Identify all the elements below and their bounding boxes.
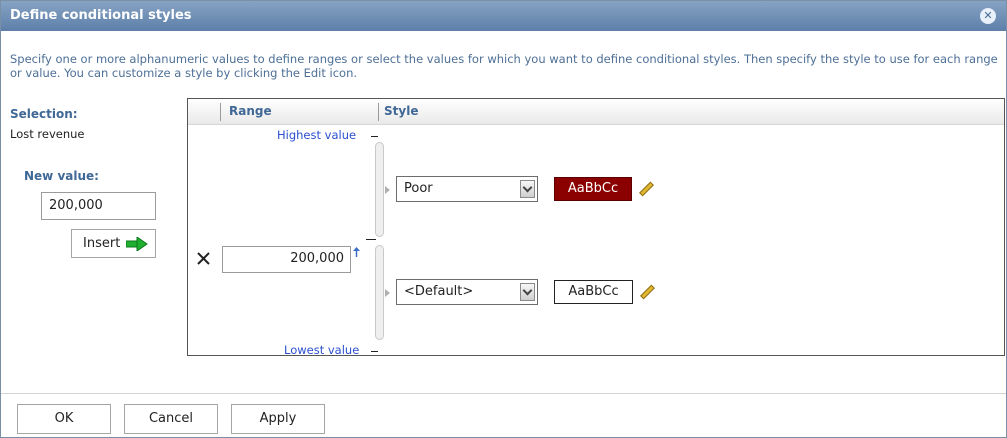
boundary-tick: [366, 239, 376, 240]
upper-range-bracket: [375, 142, 384, 237]
insert-button[interactable]: Insert: [71, 229, 156, 258]
selection-label: Selection:: [10, 107, 78, 121]
delete-x-icon[interactable]: [197, 252, 210, 265]
highest-value-label: Highest value: [277, 128, 357, 142]
boundary-value-input[interactable]: 200,000: [222, 246, 351, 273]
dialog-description: Specify one or more alphanumeric values …: [10, 52, 998, 80]
upper-range-pointer: [385, 186, 390, 194]
style-select-default[interactable]: <Default>: [396, 279, 538, 305]
style-select-value: Poor: [404, 181, 433, 196]
lower-range-bracket: [375, 245, 384, 340]
style-preview-poor: AaBbCc: [554, 177, 632, 201]
new-value-input[interactable]: 200,000: [41, 192, 156, 220]
insert-button-label: Insert: [83, 236, 121, 251]
chevron-down-icon[interactable]: [520, 283, 535, 301]
sort-up-icon[interactable]: [353, 247, 360, 257]
insert-arrow-icon: [126, 237, 148, 251]
apply-button[interactable]: Apply: [231, 404, 325, 434]
conditional-styles-grid: Range Style Highest value 200,000 Lowest…: [187, 98, 1005, 357]
style-column-header: Style: [384, 104, 419, 118]
dialog-title-bar: Define conditional styles ✕: [1, 1, 1006, 31]
grid-header: Range Style: [188, 99, 1004, 125]
pencil-icon[interactable]: [639, 181, 654, 197]
footer-divider: [1, 393, 1006, 394]
boundary-value-text: 200,000: [290, 251, 344, 266]
header-separator: [378, 103, 379, 121]
close-icon[interactable]: ✕: [980, 8, 996, 24]
range-column-header: Range: [229, 104, 272, 118]
pencil-icon[interactable]: [640, 284, 655, 300]
lower-range-pointer: [385, 289, 390, 297]
lowest-value-tick: [371, 351, 378, 352]
style-select-poor[interactable]: Poor: [396, 176, 538, 202]
chevron-down-icon[interactable]: [520, 180, 535, 198]
highest-value-tick: [371, 136, 378, 137]
selection-value: Lost revenue: [10, 127, 85, 141]
header-separator: [220, 103, 221, 121]
lowest-value-label: Lowest value: [284, 343, 360, 357]
ok-button[interactable]: OK: [17, 404, 111, 434]
cancel-button[interactable]: Cancel: [124, 404, 218, 434]
dialog-title: Define conditional styles: [10, 8, 192, 23]
style-preview-default: AaBbCc: [554, 280, 633, 304]
new-value-label: New value:: [24, 169, 99, 183]
new-value-text: 200,000: [49, 198, 103, 213]
style-select-value: <Default>: [404, 284, 474, 299]
define-conditional-styles-dialog: Define conditional styles ✕ Specify one …: [0, 0, 1007, 438]
